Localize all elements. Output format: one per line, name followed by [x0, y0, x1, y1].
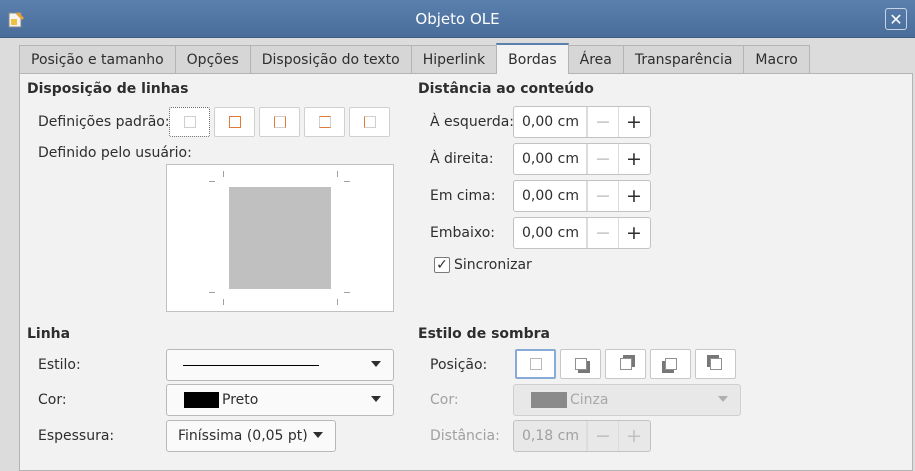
close-icon[interactable]: ✕ [885, 8, 907, 30]
color-swatch [531, 392, 567, 408]
chevron-down-icon [718, 396, 728, 402]
line-width-value: Finíssima (0,05 pt) [178, 428, 308, 444]
line-arrangement-title: Disposição de linhas [27, 81, 189, 97]
increment-button[interactable]: + [618, 421, 649, 451]
shadow-bottom-right-button[interactable] [560, 349, 601, 379]
corner-tick [223, 171, 224, 177]
decrement-button[interactable]: − [587, 181, 618, 211]
shadow-bottom-left-icon [664, 358, 677, 370]
padding-right-value[interactable]: 0,00 cm [514, 144, 587, 174]
window-title: Objeto OLE [415, 10, 500, 28]
padding-top-value[interactable]: 0,00 cm [514, 181, 587, 211]
shadow-bottom-left-button[interactable] [650, 349, 691, 379]
increment-button[interactable]: + [618, 107, 649, 137]
corner-tick [209, 292, 215, 293]
tab-borders[interactable]: Bordas [496, 43, 569, 74]
padding-bottom-value[interactable]: 0,00 cm [514, 218, 587, 248]
increment-button[interactable]: + [618, 218, 649, 248]
corner-tick [209, 181, 215, 182]
padding-left-label: À esquerda: [430, 114, 514, 130]
padding-right-label: À direita: [430, 151, 494, 167]
line-width-dropdown[interactable]: Finíssima (0,05 pt) [166, 420, 336, 452]
shadow-position-label: Posição: [430, 357, 488, 373]
padding-right-spinner[interactable]: 0,00 cm − + [513, 143, 651, 175]
chevron-down-icon [371, 396, 381, 402]
increment-button[interactable]: + [618, 144, 649, 174]
shadow-distance-value[interactable]: 0,18 cm [514, 421, 587, 451]
tab-options[interactable]: Opções [174, 45, 251, 74]
shadow-top-left-icon [709, 358, 722, 370]
corner-tick [223, 299, 224, 305]
increment-button[interactable]: + [618, 181, 649, 211]
solid-line-sample [183, 364, 319, 366]
line-color-dropdown[interactable]: Preto [166, 384, 394, 416]
preset-left-right-icon [273, 116, 286, 128]
chevron-down-icon [371, 361, 381, 367]
shadow-distance-spinner[interactable]: 0,18 cm − + [513, 420, 651, 452]
color-swatch [184, 392, 219, 408]
preset-outer-icon [228, 116, 241, 128]
shadow-color-value: Cinza [570, 392, 609, 408]
decrement-button[interactable]: − [587, 107, 618, 137]
line-width-label: Espessura: [38, 428, 115, 444]
padding-left-spinner[interactable]: 0,00 cm − + [513, 106, 651, 138]
tab-area[interactable]: Área [567, 45, 624, 74]
shadow-color-dropdown[interactable]: Cinza [513, 384, 741, 416]
synchronize-label: Sincronizar [454, 257, 532, 273]
tab-hyperlink[interactable]: Hiperlink [410, 45, 498, 74]
shadow-top-left-button[interactable] [695, 349, 736, 379]
padding-left-value[interactable]: 0,00 cm [514, 107, 587, 137]
padding-top-label: Em cima: [430, 188, 496, 204]
padding-bottom-spinner[interactable]: 0,00 cm − + [513, 217, 651, 249]
corner-tick [337, 171, 338, 177]
user-defined-border-preview[interactable] [166, 164, 394, 312]
padding-top-spinner[interactable]: 0,00 cm − + [513, 180, 651, 212]
shadow-title: Estilo de sombra [418, 326, 550, 342]
preset-left-border[interactable] [349, 107, 390, 137]
synchronize-checkbox[interactable]: ✓ [434, 257, 450, 273]
line-color-label: Cor: [38, 392, 67, 408]
preset-none-icon [183, 116, 196, 128]
shadow-distance-label: Distância: [430, 428, 500, 444]
decrement-button[interactable]: − [587, 421, 618, 451]
preset-left-right-border[interactable] [259, 107, 300, 137]
padding-bottom-label: Embaixo: [430, 225, 495, 241]
chevron-down-icon [313, 432, 323, 438]
preset-no-borders[interactable] [169, 107, 210, 137]
preset-top-bottom-icon [318, 116, 331, 128]
preset-top-bottom-border[interactable] [304, 107, 345, 137]
line-title: Linha [27, 326, 71, 342]
shadow-top-right-icon [619, 358, 632, 370]
corner-tick [344, 292, 350, 293]
corner-tick [337, 299, 338, 305]
tab-macro[interactable]: Macro [743, 45, 810, 74]
shadow-none-icon [529, 358, 542, 370]
padding-title: Distância ao conteúdo [418, 81, 594, 97]
preset-left-icon [363, 116, 376, 128]
title-bar: Objeto OLE ✕ [0, 0, 915, 38]
decrement-button[interactable]: − [587, 218, 618, 248]
preset-outer-border[interactable] [214, 107, 255, 137]
corner-tick [344, 181, 350, 182]
tab-bar: Posição e tamanho Opções Disposição do t… [19, 43, 810, 74]
border-preview-content [229, 187, 331, 289]
decrement-button[interactable]: − [587, 144, 618, 174]
shadow-color-label: Cor: [430, 392, 459, 408]
presets-label: Definições padrão: [38, 114, 170, 130]
shadow-bottom-right-icon [574, 358, 587, 370]
line-color-value: Preto [222, 392, 259, 408]
tab-transparency[interactable]: Transparência [622, 45, 745, 74]
line-style-dropdown[interactable] [166, 349, 394, 381]
tab-text-wrap[interactable]: Disposição do texto [249, 45, 412, 74]
user-defined-label: Definido pelo usuário: [38, 145, 192, 161]
line-style-label: Estilo: [38, 357, 81, 373]
shadow-top-right-button[interactable] [605, 349, 646, 379]
tab-position-size[interactable]: Posição e tamanho [19, 45, 176, 74]
shadow-none-button[interactable] [515, 349, 556, 379]
